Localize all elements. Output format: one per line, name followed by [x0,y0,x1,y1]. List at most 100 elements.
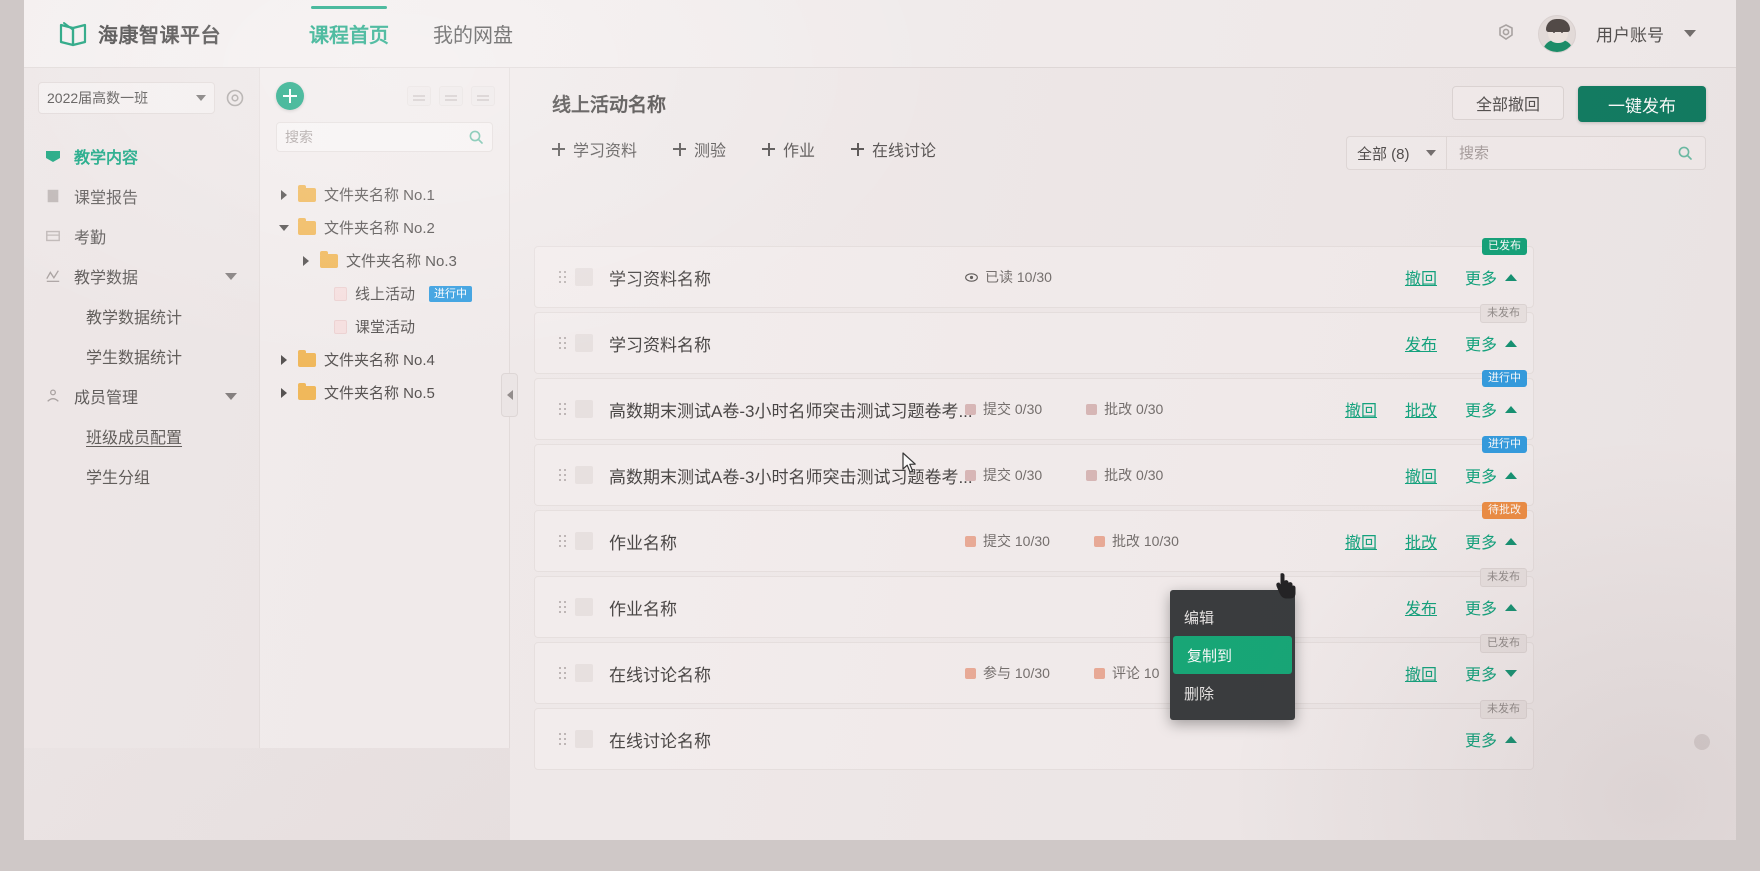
tree-node-folder-1[interactable]: 文件夹名称 No.1 [260,178,509,211]
more-action[interactable]: 更多 [1465,463,1517,487]
drag-handle[interactable] [549,403,575,415]
tree-node-folder-4[interactable]: 文件夹名称 No.4 [260,343,509,376]
grid-icon[interactable] [407,86,431,106]
more-action[interactable]: 更多 [1465,529,1517,553]
row-checkbox[interactable] [575,664,593,682]
context-menu-item-delete[interactable]: 删除 [1170,674,1295,712]
add-button[interactable] [276,82,304,110]
nav-tab-course-home[interactable]: 课程首页 [309,0,389,67]
list-search-box[interactable] [1446,136,1706,170]
withdraw-action[interactable]: 撤回 [1345,397,1377,421]
panel-collapse-handle[interactable] [501,373,518,417]
search-icon[interactable] [1677,145,1693,161]
table-row[interactable]: 高数期末测试A卷-3小时名师突击测试习题卷考... 提交 0/30 批改 0/3… [534,436,1534,506]
sidebar-item-teaching-statistics[interactable]: 教学数据统计 [24,296,259,336]
more-action[interactable]: 更多 [1465,265,1517,289]
drag-handle[interactable] [549,733,575,745]
row-checkbox[interactable] [575,400,593,418]
search-icon[interactable] [468,129,484,145]
add-discussion-button[interactable]: 在线讨论 [851,137,936,161]
tree-node-folder-3[interactable]: 文件夹名称 No.3 [260,244,509,277]
drag-handle[interactable] [549,601,575,613]
table-row[interactable]: 作业名称 提交 10/30 批改 10/30 撤回 批改 更多 待批改 [534,502,1534,572]
more-action[interactable]: 更多 [1465,661,1517,685]
table-row[interactable]: 在线讨论名称 更多 未发布 [534,700,1534,770]
table-row[interactable]: 高数期末测试A卷-3小时名师突击测试习题卷考... 提交 0/30 批改 0/3… [534,370,1534,440]
sidebar-item-member-management[interactable]: 成员管理 [24,376,259,416]
row-checkbox[interactable] [575,268,593,286]
more-action[interactable]: 更多 [1465,331,1517,355]
withdraw-all-button[interactable]: 全部撤回 [1452,86,1564,120]
user-name-label[interactable]: 用户账号 [1596,21,1664,46]
main-content: 线上活动名称 学习资料 测验 作业 在线讨论 全部撤回 一键发布 全部 (8) … [510,68,1736,840]
sidebar-item-teaching-content[interactable]: 教学内容 [24,136,259,176]
tree-node-folder-5[interactable]: 文件夹名称 No.5 [260,376,509,409]
withdraw-action[interactable]: 撤回 [1405,463,1437,487]
table-row[interactable]: 学习资料名称 发布 更多 未发布 [534,304,1534,374]
tree-search-box[interactable] [276,122,493,152]
withdraw-action[interactable]: 撤回 [1345,529,1377,553]
grade-action[interactable]: 批改 [1405,529,1437,553]
sidebar-item-teaching-data[interactable]: 教学数据 [24,256,259,296]
chevron-down-icon[interactable] [278,224,290,231]
publish-action[interactable]: 发布 [1405,595,1437,619]
tree-search-input[interactable] [285,129,468,145]
chevron-right-icon[interactable] [278,354,290,365]
withdraw-action[interactable]: 撤回 [1405,265,1437,289]
plus-icon [851,142,865,156]
tree-node-online-activity[interactable]: 线上活动 进行中 [260,277,509,310]
more-action[interactable]: 更多 [1465,397,1517,421]
more-label: 更多 [1464,403,1497,420]
nav-tab-my-drive[interactable]: 我的网盘 [433,0,513,67]
chevron-down-icon[interactable] [1684,30,1696,37]
sidebar-item-attendance[interactable]: 考勤 [24,216,259,256]
tree-node-folder-2[interactable]: 文件夹名称 No.2 [260,211,509,244]
add-study-material-button[interactable]: 学习资料 [552,137,637,161]
sort-icon[interactable] [471,86,495,106]
avatar[interactable] [1538,14,1576,53]
chevron-right-icon[interactable] [300,255,312,266]
class-selector[interactable]: 2022届高数一班 [38,82,215,114]
status-badge: 进行中 [1482,370,1527,387]
more-label: 更多 [1464,733,1497,750]
more-action[interactable]: 更多 [1465,595,1517,619]
type-filter-select[interactable]: 全部 (8) [1346,136,1446,170]
drag-handle[interactable] [549,535,575,547]
row-checkbox[interactable] [575,730,593,748]
list-search-input[interactable] [1459,144,1677,162]
sidebar-item-student-statistics[interactable]: 学生数据统计 [24,336,259,376]
drag-handle[interactable] [549,337,575,349]
publish-action[interactable]: 发布 [1405,331,1437,355]
row-checkbox[interactable] [575,598,593,616]
main-nav: 课程首页 我的网盘 [309,0,513,67]
sidebar-item-class-member-config[interactable]: 班级成员配置 [24,416,259,456]
chevron-right-icon[interactable] [278,189,290,200]
tree-node-class-activity[interactable]: 课堂活动 [260,310,509,343]
class-settings-gear-icon[interactable] [223,86,247,110]
drag-handle[interactable] [549,469,575,481]
grade-action[interactable]: 批改 [1405,397,1437,421]
row-checkbox[interactable] [575,532,593,550]
chevron-right-icon[interactable] [278,387,290,398]
row-actions: 撤回 更多 [1405,463,1517,487]
publish-all-button[interactable]: 一键发布 [1578,86,1706,122]
brand-logo[interactable]: 海康智课平台 [58,19,221,48]
drag-handle[interactable] [549,271,575,283]
gear-icon[interactable] [1494,22,1518,46]
drag-handle[interactable] [549,667,575,679]
add-homework-button[interactable]: 作业 [762,137,815,161]
withdraw-action[interactable]: 撤回 [1405,661,1437,685]
context-menu-item-copy-to[interactable]: 复制到 [1173,636,1292,674]
add-quiz-button[interactable]: 测验 [673,137,726,161]
more-action[interactable]: 更多 [1465,727,1517,751]
row-title: 作业名称 [609,533,677,553]
sidebar-item-student-groups[interactable]: 学生分组 [24,456,259,496]
status-badge: 进行中 [429,285,473,302]
list-icon[interactable] [439,86,463,106]
table-row[interactable]: 作业名称 发布 更多 未发布 [534,568,1534,638]
row-checkbox[interactable] [575,466,593,484]
sidebar-item-class-report[interactable]: 课堂报告 [24,176,259,216]
row-checkbox[interactable] [575,334,593,352]
table-row[interactable]: 在线讨论名称 参与 10/30 评论 10 撤回 更多 已发布 [534,634,1534,704]
table-row[interactable]: 学习资料名称 已读 10/30 撤回 更多 已发布 [534,238,1534,308]
